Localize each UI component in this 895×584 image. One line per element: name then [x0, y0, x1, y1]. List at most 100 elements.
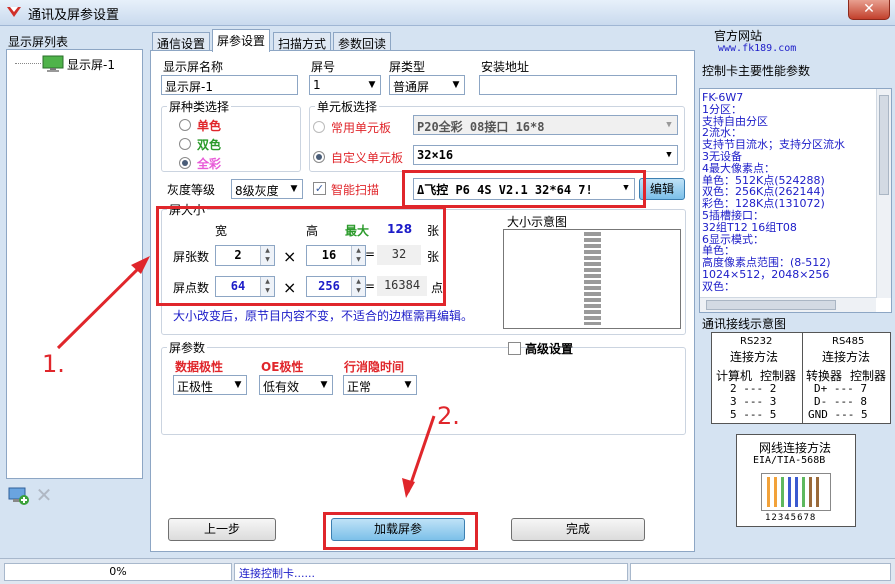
- spin-arrows-icon[interactable]: ▲ ▼: [260, 246, 274, 265]
- single-color-radio[interactable]: [179, 119, 191, 131]
- edit-button[interactable]: 编辑: [639, 178, 685, 200]
- performance-line: 1分区：: [702, 102, 742, 116]
- common-board-radio[interactable]: [313, 121, 325, 133]
- screen-number-label: 屏号: [311, 60, 336, 74]
- panels-unit: 张: [427, 250, 440, 264]
- scroll-thumb[interactable]: [706, 300, 836, 310]
- gray-level-label: 灰度等级: [167, 183, 216, 197]
- width-header: 宽: [215, 224, 228, 238]
- title-bar: 通讯及屏参设置 ✕: [0, 0, 895, 26]
- close-button[interactable]: ✕: [848, 0, 890, 20]
- performance-line: 6显示模式：: [702, 232, 764, 246]
- equals-sign: =: [365, 279, 376, 293]
- custom-board-select[interactable]: 32×16 ▼: [413, 145, 678, 165]
- status-message: 连接控制卡......: [234, 563, 628, 581]
- delete-screen-icon[interactable]: ✕: [34, 485, 54, 506]
- horizontal-scrollbar[interactable]: [700, 297, 876, 312]
- screen-name-input[interactable]: 显示屏-1: [161, 75, 298, 95]
- performance-line: 双色：256K点(262144): [702, 185, 825, 199]
- custom-board-radio[interactable]: [313, 151, 325, 163]
- add-screen-icon[interactable]: [8, 486, 30, 506]
- load-params-button[interactable]: 加载屏参: [331, 518, 465, 541]
- advanced-settings-label: 高级设置: [525, 342, 574, 356]
- annotation-label-2: 2.: [437, 402, 460, 430]
- screen-list-item[interactable]: 显示屏-1: [15, 54, 140, 74]
- single-color-label: 单色: [197, 119, 222, 133]
- tab-communication[interactable]: 通信设置: [152, 32, 211, 51]
- rs485-row: GND --- 5: [808, 408, 868, 421]
- rs232-row: 3 --- 3: [730, 395, 777, 408]
- preview-screen: [584, 232, 601, 325]
- controller-select[interactable]: Δ飞控 P6 4S V2.1 32*64 7! ▼: [413, 178, 635, 200]
- finish-button[interactable]: 完成: [511, 518, 645, 541]
- screen-type-select[interactable]: 普通屏 ▼: [389, 75, 465, 95]
- rs232-row: 5 --- 5: [730, 408, 777, 421]
- oe-polarity-label: OE极性: [261, 360, 304, 374]
- custom-board-label: 自定义单元板: [331, 151, 404, 165]
- status-bar: 0% 连接控制卡......: [0, 558, 895, 584]
- pixels-unit: 点: [431, 281, 444, 295]
- status-extra: [630, 563, 891, 581]
- chevron-down-icon: ▼: [234, 380, 242, 390]
- screen-number-select[interactable]: 1 ▼: [309, 75, 381, 95]
- chevron-down-icon: ▼: [290, 184, 298, 194]
- max-label: 最大: [345, 224, 370, 238]
- spin-arrows-icon[interactable]: ▲ ▼: [260, 277, 274, 296]
- size-preview: [503, 229, 681, 329]
- performance-line: 支持节目流水；支持分区流水: [702, 138, 845, 152]
- network-cable-diagram: 网线连接方法 EIA/TIA-568B 12345678: [736, 434, 856, 527]
- monitor-icon: [42, 55, 64, 72]
- oe-polarity-select[interactable]: 低有效 ▼: [259, 375, 333, 395]
- row-blanking-select[interactable]: 正常 ▼: [343, 375, 417, 395]
- rj45-connector-icon: [761, 473, 831, 511]
- full-color-label: 全彩: [197, 157, 222, 171]
- chevron-down-icon: ▼: [666, 120, 672, 130]
- screen-list[interactable]: 显示屏-1: [6, 49, 143, 479]
- install-address-input[interactable]: [479, 75, 677, 95]
- performance-line: 高度像素点范围：(8-512): [702, 256, 831, 270]
- rs232-method-label: 连接方法: [730, 350, 779, 364]
- vertical-scrollbar[interactable]: [876, 89, 891, 298]
- screen-list-item-label: 显示屏-1: [67, 58, 115, 72]
- dual-color-radio[interactable]: [179, 138, 191, 150]
- tab-scan-mode[interactable]: 扫描方式: [273, 32, 332, 51]
- advanced-settings-checkbox[interactable]: [508, 342, 521, 355]
- tab-screen-params[interactable]: 屏参设置: [212, 29, 271, 52]
- panels-width-stepper[interactable]: 2 ▲ ▼: [215, 245, 275, 266]
- pixels-height-stepper[interactable]: 256 ▲ ▼: [306, 276, 366, 297]
- data-polarity-select[interactable]: 正极性 ▼: [173, 375, 247, 395]
- screen-list-title: 显示屏列表: [8, 35, 69, 49]
- tree-connector: [15, 63, 41, 64]
- scroll-thumb[interactable]: [879, 95, 889, 195]
- full-color-radio[interactable]: [179, 157, 191, 169]
- performance-line: 4最大像素点：: [702, 161, 775, 175]
- pixels-width-stepper[interactable]: 64 ▲ ▼: [215, 276, 275, 297]
- screen-type-label: 屏类型: [389, 60, 426, 74]
- progress-indicator: 0%: [4, 563, 232, 581]
- panels-total: 32: [377, 245, 421, 265]
- smart-scan-checkbox[interactable]: ✓: [313, 182, 326, 195]
- performance-line: 1024×512，2048×256: [702, 268, 830, 281]
- previous-step-button[interactable]: 上一步: [168, 518, 276, 541]
- chevron-down-icon: ▼: [320, 380, 328, 390]
- rs485-method-label: 连接方法: [822, 350, 871, 364]
- common-board-select[interactable]: P20全彩 08接口 16*8 ▼: [413, 115, 678, 135]
- performance-line: 单色：: [702, 244, 735, 258]
- panels-height-stepper[interactable]: 16 ▲ ▼: [306, 245, 366, 266]
- size-title: 屏大小: [167, 201, 208, 218]
- official-site-label: 官方网站: [714, 29, 763, 43]
- panels-count-label: 屏张数: [173, 250, 210, 264]
- official-site-link[interactable]: www.fk189.com: [718, 43, 796, 54]
- performance-info-box[interactable]: FK-6W7 1分区： 支持自由分区 2流水： 支持节目流水；支持分区流水 3无设备 4…: [699, 88, 892, 313]
- size-change-hint: 大小改变后，原节目内容不变，不适合的边框需再编辑。: [173, 309, 474, 323]
- equals-sign: =: [365, 247, 376, 261]
- screen-params-title: 屏参数: [167, 339, 208, 356]
- chevron-down-icon: ▼: [452, 80, 460, 90]
- rs232-label: RS232: [740, 336, 773, 347]
- spin-arrows-icon[interactable]: ▲ ▼: [351, 246, 365, 265]
- divider: [802, 333, 803, 423]
- spin-arrows-icon[interactable]: ▲ ▼: [351, 277, 365, 296]
- smart-scan-label: 智能扫描: [331, 183, 380, 197]
- gray-level-select[interactable]: 8级灰度 ▼: [231, 179, 303, 199]
- tab-param-readback[interactable]: 参数回读: [333, 32, 392, 51]
